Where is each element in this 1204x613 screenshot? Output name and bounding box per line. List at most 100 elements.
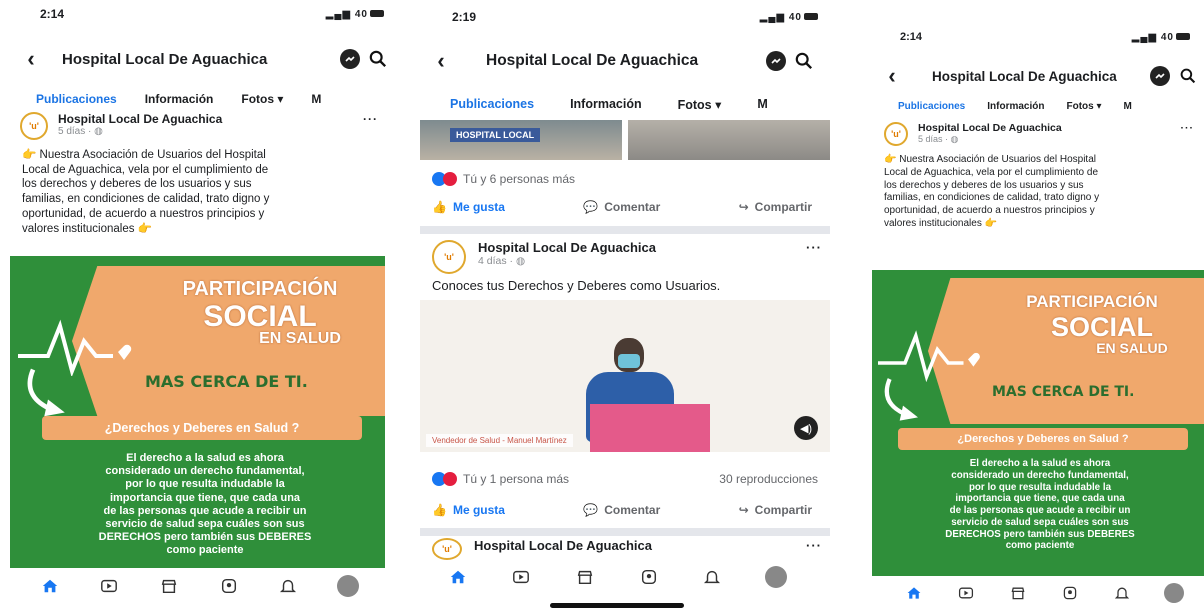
watch-icon[interactable]	[508, 564, 534, 590]
notifications-icon[interactable]	[1109, 580, 1135, 606]
reactions-bar[interactable]: Tú y 6 personas más	[432, 172, 812, 186]
status-bar: 2:14 ▂▄▆ 40	[848, 0, 1204, 54]
profile-avatar[interactable]	[335, 573, 361, 599]
page-avatar[interactable]: 'u'	[884, 122, 908, 146]
post-author[interactable]: Hospital Local De Aguachica	[478, 240, 806, 255]
post-video[interactable]: Vendedor de Salud - Manuel Martínez ◀)	[420, 300, 830, 452]
tab-publicaciones[interactable]: Publicaciones	[36, 92, 117, 106]
back-icon[interactable]: ‹	[424, 48, 458, 74]
tab-more[interactable]: M	[757, 97, 767, 111]
search-icon[interactable]	[1178, 66, 1198, 86]
post-time: 5 días · ◍	[918, 134, 959, 144]
marketplace-icon[interactable]	[572, 564, 598, 590]
post-options-icon[interactable]: ···	[806, 538, 822, 553]
like-button[interactable]: 👍 Me gusta	[432, 503, 505, 517]
home-icon[interactable]	[37, 573, 63, 599]
tab-fotos[interactable]: Fotos ▾	[1066, 101, 1101, 112]
poster-para-line: por lo que resulta indudable la	[125, 478, 285, 491]
profile-avatar[interactable]	[1161, 580, 1187, 606]
post-image-poster[interactable]: PARTICIPACIÓN SOCIAL EN SALUD MAS CERCA …	[872, 270, 1204, 576]
marketplace-icon[interactable]	[156, 573, 182, 599]
tab-informacion[interactable]: Información	[570, 97, 642, 111]
notifications-icon[interactable]	[699, 564, 725, 590]
tab-informacion[interactable]: Información	[987, 101, 1044, 112]
search-icon[interactable]	[368, 49, 388, 69]
post-options-icon[interactable]: ···	[806, 240, 822, 255]
tab-fotos[interactable]: Fotos ▾	[678, 97, 722, 112]
reactions-bar[interactable]: Tú y 1 persona más 30 reproducciones	[432, 472, 818, 486]
post-options-icon[interactable]: ···	[1181, 122, 1195, 134]
status-indicators: ▂▄▆ 40	[760, 12, 818, 23]
messenger-icon[interactable]	[766, 51, 786, 71]
tab-publicaciones[interactable]: Publicaciones	[450, 97, 534, 111]
home-icon[interactable]	[901, 580, 927, 606]
globe-icon: ◍	[94, 126, 103, 137]
poster-para-line: de las personas que acude a recibir un	[949, 505, 1131, 516]
tab-more[interactable]: M	[311, 92, 321, 106]
tab-informacion[interactable]: Información	[145, 92, 214, 106]
poster-para-line: DERECHOS pero también sus DEBERES	[945, 528, 1135, 540]
post-text-line: 👉 Nuestra Asociación de Usuarios del Hos…	[884, 154, 1096, 165]
like-button[interactable]: 👍 Me gusta	[432, 200, 505, 214]
page-tabs: Publicaciones Información Fotos ▾ M	[0, 90, 398, 108]
notifications-icon[interactable]	[275, 573, 301, 599]
page-avatar[interactable]: 'u'	[432, 538, 462, 560]
groups-icon[interactable]	[636, 564, 662, 590]
post-text-line: valores institucionales 👉	[884, 217, 998, 229]
post-author[interactable]: Hospital Local De Aguachica	[474, 538, 806, 553]
home-icon[interactable]	[445, 564, 471, 590]
reactions-count: Tú y 1 persona más	[463, 472, 570, 486]
comment-button[interactable]: 💬 Comentar	[583, 200, 660, 214]
back-icon[interactable]: ‹	[14, 46, 48, 72]
post-text-line: oportunidad, de acuerdo a nuestros princ…	[22, 207, 265, 220]
groups-icon[interactable]	[1057, 580, 1083, 606]
tab-more[interactable]: M	[1124, 101, 1132, 112]
page-header: ‹ Hospital Local De Aguachica	[0, 28, 398, 90]
page-header: ‹ Hospital Local De Aguachica	[848, 54, 1204, 98]
post-time: 5 días · ◍	[58, 126, 103, 137]
poster-title-line2: SOCIAL	[1050, 312, 1153, 342]
post-author[interactable]: Hospital Local De Aguachica	[918, 122, 1181, 134]
groups-icon[interactable]	[216, 573, 242, 599]
poster-tagline: MAS CERCA DE TI.	[992, 384, 1135, 400]
watch-icon[interactable]	[953, 580, 979, 606]
photo-right[interactable]	[628, 120, 830, 160]
post-text: Conoces tus Derechos y Deberes como Usua…	[432, 278, 721, 293]
page-avatar[interactable]: 'u'	[20, 112, 48, 140]
comment-button[interactable]: 💬 Comentar	[583, 503, 660, 517]
messenger-icon[interactable]	[340, 49, 360, 69]
post-image-poster[interactable]: PARTICIPACIÓN SOCIAL EN SALUD MAS CERCA …	[10, 256, 385, 568]
share-button[interactable]: ↪ Compartir	[739, 503, 812, 517]
video-caption: Vendedor de Salud - Manuel Martínez	[426, 434, 573, 447]
photo-left[interactable]: HOSPITAL LOCAL	[420, 120, 622, 160]
tab-publicaciones[interactable]: Publicaciones	[898, 101, 965, 112]
watch-icon[interactable]	[96, 573, 122, 599]
globe-icon: ◍	[515, 255, 526, 267]
mute-icon[interactable]: ◀)	[794, 416, 818, 440]
poster-para-line: El derecho a la salud es ahora	[969, 458, 1111, 469]
post-text-line: Local de Aguachica, vela por el cumplimi…	[22, 163, 269, 176]
post-time: 4 días · ◍	[478, 255, 526, 267]
page-title: Hospital Local De Aguachica	[62, 50, 268, 68]
poster-para-line: El derecho a la salud es ahora	[126, 452, 284, 464]
poster-para-line: considerado un derecho fundamental,	[951, 469, 1129, 481]
photo-sign: HOSPITAL LOCAL	[450, 128, 541, 142]
profile-avatar[interactable]	[763, 564, 789, 590]
back-icon[interactable]: ‹	[882, 63, 902, 89]
previous-post-photos[interactable]: HOSPITAL LOCAL	[420, 120, 830, 160]
poster-para-line: importancia que tiene, que cada una	[109, 491, 301, 504]
post-author[interactable]: Hospital Local De Aguachica	[58, 112, 363, 126]
marketplace-icon[interactable]	[1005, 580, 1031, 606]
page-avatar[interactable]: 'u'	[432, 240, 466, 274]
search-icon[interactable]	[794, 51, 814, 71]
tab-fotos[interactable]: Fotos ▾	[241, 92, 283, 106]
poster-title-line3: EN SALUD	[1096, 340, 1168, 356]
post-options-icon[interactable]: ···	[363, 112, 378, 126]
home-indicator	[550, 603, 684, 608]
share-button[interactable]: ↪ Compartir	[739, 200, 812, 214]
messenger-icon[interactable]	[1150, 66, 1170, 86]
video-pink-box	[590, 404, 710, 452]
love-reaction-icon	[443, 472, 457, 486]
post-text-line: familias, en condiciones de calidad, tra…	[22, 193, 270, 206]
post-text-line: Local de Aguachica, vela por el cumplimi…	[884, 166, 1099, 178]
